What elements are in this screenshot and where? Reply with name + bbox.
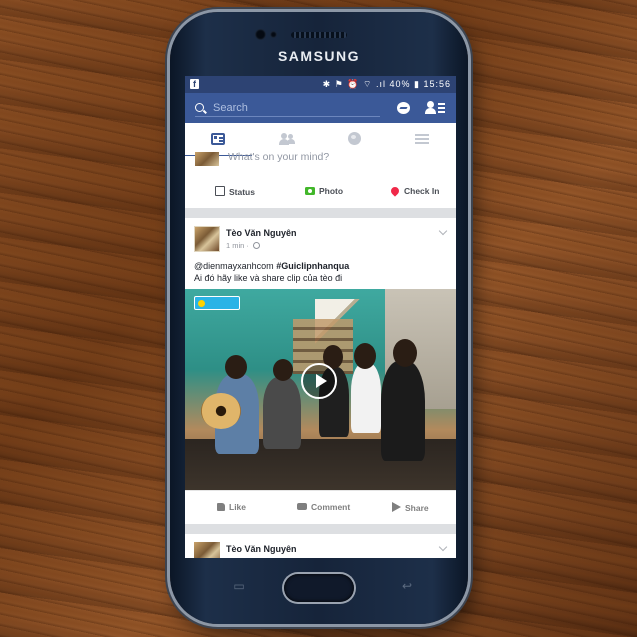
battery-icon: ▮ <box>414 79 420 89</box>
front-camera <box>255 29 266 40</box>
divider <box>185 524 456 534</box>
composer-prompt[interactable]: What's on your mind? <box>228 151 329 163</box>
status-bar: f ✱ ⚑ ⏰ ⌔ .ıl 40% ▮ 15:56 <box>185 76 456 93</box>
tab-notifications[interactable] <box>321 123 388 156</box>
share-label: Share <box>405 503 429 513</box>
messenger-icon[interactable] <box>397 102 410 114</box>
video-person <box>381 361 425 461</box>
avatar[interactable] <box>194 542 220 558</box>
video-person-head <box>354 343 376 369</box>
camera-icon <box>305 187 315 195</box>
share-icon <box>392 502 401 512</box>
search-input[interactable]: Search <box>195 99 380 117</box>
globe-icon <box>348 132 361 145</box>
video-person-head <box>273 359 293 381</box>
post-actions: Like Comment Share <box>185 490 456 525</box>
photo-label: Photo <box>319 186 344 196</box>
comment-button[interactable]: Comment <box>297 502 350 512</box>
menu-icon <box>415 134 429 136</box>
facebook-notification-icon: f <box>190 79 199 89</box>
divider <box>185 208 456 218</box>
avatar[interactable] <box>194 226 220 252</box>
checkin-label: Check In <box>404 186 440 196</box>
post-timestamp: 1 min · <box>226 241 261 250</box>
like-label: Like <box>229 502 247 512</box>
back-key[interactable]: ↩ <box>398 579 416 593</box>
video-player[interactable] <box>185 289 456 490</box>
recent-apps-key[interactable]: ▭ <box>230 579 248 593</box>
feed-post: Tèo Văn Nguyên <box>185 534 456 558</box>
app-screen: f ✱ ⚑ ⏰ ⌔ .ıl 40% ▮ 15:56 Search What's … <box>185 76 456 558</box>
video-person <box>263 377 301 449</box>
post-author[interactable]: Tèo Văn Nguyên <box>226 228 297 238</box>
composer-actions: Status Photo Check In <box>185 178 456 208</box>
system-icons: ✱ ⚑ ⏰ ⌔ .ıl <box>322 79 386 89</box>
chevron-down-icon[interactable] <box>438 542 448 552</box>
video-person-head <box>225 355 247 379</box>
video-guitar <box>201 393 241 429</box>
share-button[interactable]: Share <box>392 502 429 513</box>
battery-level: 40% <box>389 79 411 89</box>
tab-more[interactable] <box>389 123 456 156</box>
post-text-line1: @dienmayxanhcom #Guiclipnhanqua <box>194 261 349 271</box>
clock: 15:56 <box>423 79 451 89</box>
post-text-line2: Ai đó hãy like và share clip của tèo đi <box>194 273 343 283</box>
chevron-down-icon[interactable] <box>438 226 448 236</box>
post-author[interactable]: Tèo Văn Nguyên <box>226 544 297 554</box>
status-label: Status <box>229 187 255 197</box>
play-icon <box>316 374 327 388</box>
friends-list-icon[interactable] <box>425 101 445 115</box>
edit-icon <box>215 186 225 196</box>
video-person-head <box>393 339 417 367</box>
play-button[interactable] <box>301 363 337 399</box>
comment-icon <box>297 503 307 510</box>
public-globe-icon <box>253 242 261 249</box>
location-pin-icon <box>389 185 401 197</box>
like-button[interactable]: Like <box>217 502 246 512</box>
post-hashtag[interactable]: #Guiclipnhanqua <box>276 261 349 271</box>
status-button[interactable]: Status <box>215 186 255 197</box>
earpiece-speaker <box>291 32 347 38</box>
feed-post: Tèo Văn Nguyên 1 min · @dienmayxanhcom #… <box>185 218 456 524</box>
status-icons: ✱ ⚑ ⏰ ⌔ .ıl 40% ▮ 15:56 <box>323 79 451 90</box>
top-bar: Search <box>185 93 456 123</box>
composer: What's on your mind? Status Photo Check … <box>185 151 456 208</box>
comment-label: Comment <box>311 502 351 512</box>
friend-requests-icon <box>279 133 295 146</box>
thumbs-up-icon <box>217 503 225 511</box>
post-time: 1 min <box>226 241 245 250</box>
avatar <box>195 152 219 166</box>
brand-logo: SAMSUNG <box>277 48 361 64</box>
home-button[interactable] <box>284 574 354 602</box>
sensor <box>270 31 277 38</box>
post-mention[interactable]: @dienmayxanhcom <box>194 261 274 271</box>
news-feed-icon <box>211 133 225 145</box>
channel-logo <box>194 296 240 310</box>
video-person <box>351 363 381 433</box>
photo-button[interactable]: Photo <box>305 186 343 196</box>
checkin-button[interactable]: Check In <box>389 185 440 197</box>
